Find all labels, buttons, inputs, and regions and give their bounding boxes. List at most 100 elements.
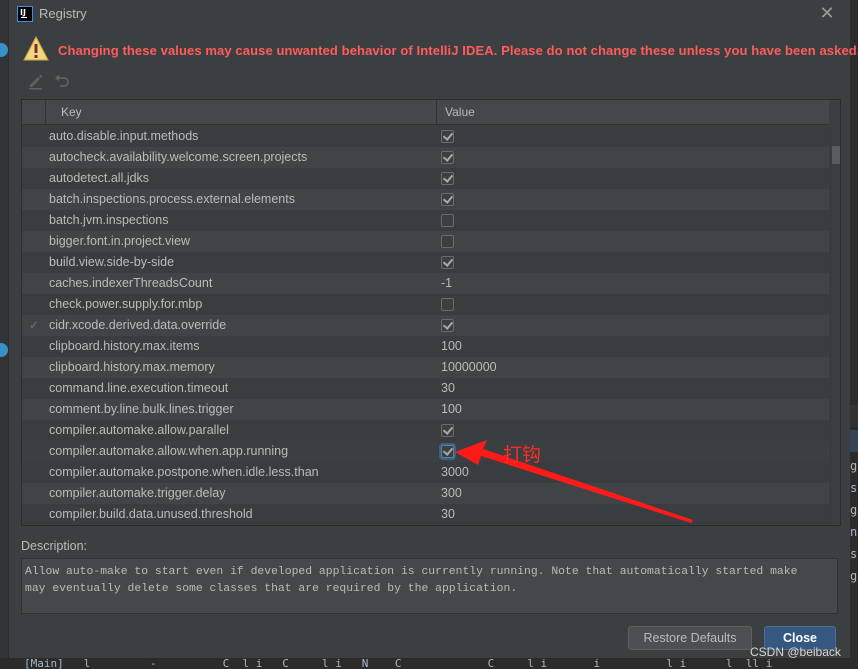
- modified-marker: [22, 378, 46, 399]
- table-row[interactable]: autodetect.all.jdks: [22, 168, 829, 189]
- registry-value[interactable]: 300: [441, 483, 462, 504]
- modified-marker: ✓: [28, 318, 40, 332]
- table-row[interactable]: compiler.automake.trigger.delay 300: [22, 483, 829, 504]
- table-header: Key Value: [22, 100, 829, 125]
- registry-key: autocheck.availability.welcome.screen.pr…: [49, 150, 308, 164]
- table-row[interactable]: bigger.font.in.project.view: [22, 231, 829, 252]
- ide-code-fragment: g: [850, 459, 858, 473]
- registry-key: batch.jvm.inspections: [49, 213, 169, 227]
- registry-dialog: IJ Registry ✕ Changing these values may …: [8, 0, 858, 658]
- table-row[interactable]: auto.disable.input.methods: [22, 126, 829, 147]
- registry-key: caches.indexerThreadsCount: [49, 276, 213, 290]
- modified-marker: [22, 147, 46, 168]
- value-checkbox[interactable]: [441, 235, 454, 248]
- value-checkbox[interactable]: [441, 193, 454, 206]
- dialog-title: Registry: [39, 6, 87, 21]
- modified-marker: [22, 483, 46, 504]
- title-bar: IJ Registry ✕: [9, 0, 851, 30]
- description-text: Allow auto-make to start even if develop…: [21, 558, 838, 614]
- registry-table: Key Value auto.disable.input.methods auto…: [21, 99, 841, 526]
- table-row[interactable]: compiler.automake.postpone.when.idle.les…: [22, 462, 829, 483]
- value-checkbox[interactable]: [441, 130, 454, 143]
- modified-marker: [22, 357, 46, 378]
- modified-marker: [22, 231, 46, 252]
- modified-marker: [22, 294, 46, 315]
- warning-text: Changing these values may cause unwanted…: [58, 43, 858, 58]
- registry-key: compiler.automake.allow.when.app.running: [49, 444, 289, 458]
- registry-key: compiler.automake.trigger.delay: [49, 486, 226, 500]
- column-header-value[interactable]: Value: [437, 100, 475, 125]
- intellij-app-icon: IJ: [17, 6, 33, 22]
- table-row[interactable]: batch.inspections.process.external.eleme…: [22, 189, 829, 210]
- registry-key: compiler.automake.postpone.when.idle.les…: [49, 465, 319, 479]
- value-checkbox[interactable]: [441, 298, 454, 311]
- table-row[interactable]: compiler.automake.allow.when.app.running: [22, 441, 829, 462]
- value-checkbox[interactable]: [441, 151, 454, 164]
- modified-marker: [22, 462, 46, 483]
- table-row[interactable]: build.view.side-by-side: [22, 252, 829, 273]
- warning-banner: Changing these values may cause unwanted…: [23, 36, 858, 64]
- table-row[interactable]: compiler.automake.allow.parallel: [22, 420, 829, 441]
- ide-code-fragment: g: [850, 569, 858, 583]
- registry-value[interactable]: -1: [441, 273, 452, 294]
- table-row[interactable]: autocheck.availability.welcome.screen.pr…: [22, 147, 829, 168]
- modified-marker: [22, 126, 46, 147]
- registry-value[interactable]: 100: [441, 336, 462, 357]
- table-row[interactable]: batch.jvm.inspections: [22, 210, 829, 231]
- ide-bottom-code: [Main] l - C l i C l i N C C l i i l i l…: [0, 658, 858, 669]
- registry-key: cidr.xcode.derived.data.override: [49, 318, 227, 332]
- header-gutter: [22, 100, 46, 125]
- table-row[interactable]: ✓ cidr.xcode.derived.data.override: [22, 315, 829, 336]
- annotation-label: 打钩: [503, 444, 542, 466]
- registry-key: autodetect.all.jdks: [49, 171, 150, 185]
- registry-key: clipboard.history.max.items: [49, 339, 200, 353]
- modified-marker: [22, 168, 46, 189]
- registry-key: bigger.font.in.project.view: [49, 234, 191, 248]
- table-row[interactable]: caches.indexerThreadsCount -1: [22, 273, 829, 294]
- registry-key: compiler.automake.allow.parallel: [49, 423, 229, 437]
- modified-marker: [22, 189, 46, 210]
- registry-value[interactable]: 3000: [441, 462, 469, 483]
- modified-marker: [22, 504, 46, 525]
- pencil-icon[interactable]: [27, 72, 45, 90]
- registry-value[interactable]: 30: [441, 504, 455, 525]
- value-checkbox[interactable]: [441, 424, 454, 437]
- column-header-key[interactable]: Key: [46, 100, 437, 125]
- table-row[interactable]: check.power.supply.for.mbp: [22, 294, 829, 315]
- table-row[interactable]: clipboard.history.max.items 100: [22, 336, 829, 357]
- restore-defaults-button[interactable]: Restore Defaults: [628, 626, 752, 650]
- registry-key: clipboard.history.max.memory: [49, 360, 215, 374]
- value-checkbox[interactable]: [441, 214, 454, 227]
- registry-key: build.view.side-by-side: [49, 255, 175, 269]
- registry-key: check.power.supply.for.mbp: [49, 297, 203, 311]
- registry-key: command.line.execution.timeout: [49, 381, 229, 395]
- registry-value[interactable]: 30: [441, 378, 455, 399]
- ide-left-gutter: [0, 0, 8, 669]
- close-icon[interactable]: ✕: [817, 4, 837, 24]
- registry-value[interactable]: 10000000: [441, 357, 497, 378]
- value-checkbox[interactable]: [441, 172, 454, 185]
- modified-marker: [22, 252, 46, 273]
- table-body: auto.disable.input.methods autocheck.avai…: [22, 126, 829, 525]
- value-checkbox[interactable]: [441, 319, 454, 332]
- vertical-scrollbar[interactable]: [830, 126, 840, 525]
- modified-marker: [22, 441, 46, 462]
- scrollbar-thumb[interactable]: [832, 146, 840, 164]
- value-checkbox[interactable]: [441, 445, 454, 458]
- table-row[interactable]: comment.by.line.bulk.lines.trigger 100: [22, 399, 829, 420]
- ide-right-selection: [850, 430, 858, 452]
- undo-icon[interactable]: [53, 72, 71, 90]
- registry-key: auto.disable.input.methods: [49, 129, 199, 143]
- table-row[interactable]: command.line.execution.timeout 30: [22, 378, 829, 399]
- modified-marker: [22, 420, 46, 441]
- table-row[interactable]: clipboard.history.max.memory 10000000: [22, 357, 829, 378]
- registry-value[interactable]: 100: [441, 399, 462, 420]
- modified-marker: [22, 399, 46, 420]
- description-label: Description:: [21, 539, 87, 553]
- ide-code-fragment: g: [850, 503, 858, 517]
- table-row[interactable]: compiler.build.data.unused.threshold 30: [22, 504, 829, 525]
- value-checkbox[interactable]: [441, 256, 454, 269]
- modified-marker: [22, 210, 46, 231]
- registry-key: batch.inspections.process.external.eleme…: [49, 192, 295, 206]
- ide-code-fragment: n: [850, 525, 858, 539]
